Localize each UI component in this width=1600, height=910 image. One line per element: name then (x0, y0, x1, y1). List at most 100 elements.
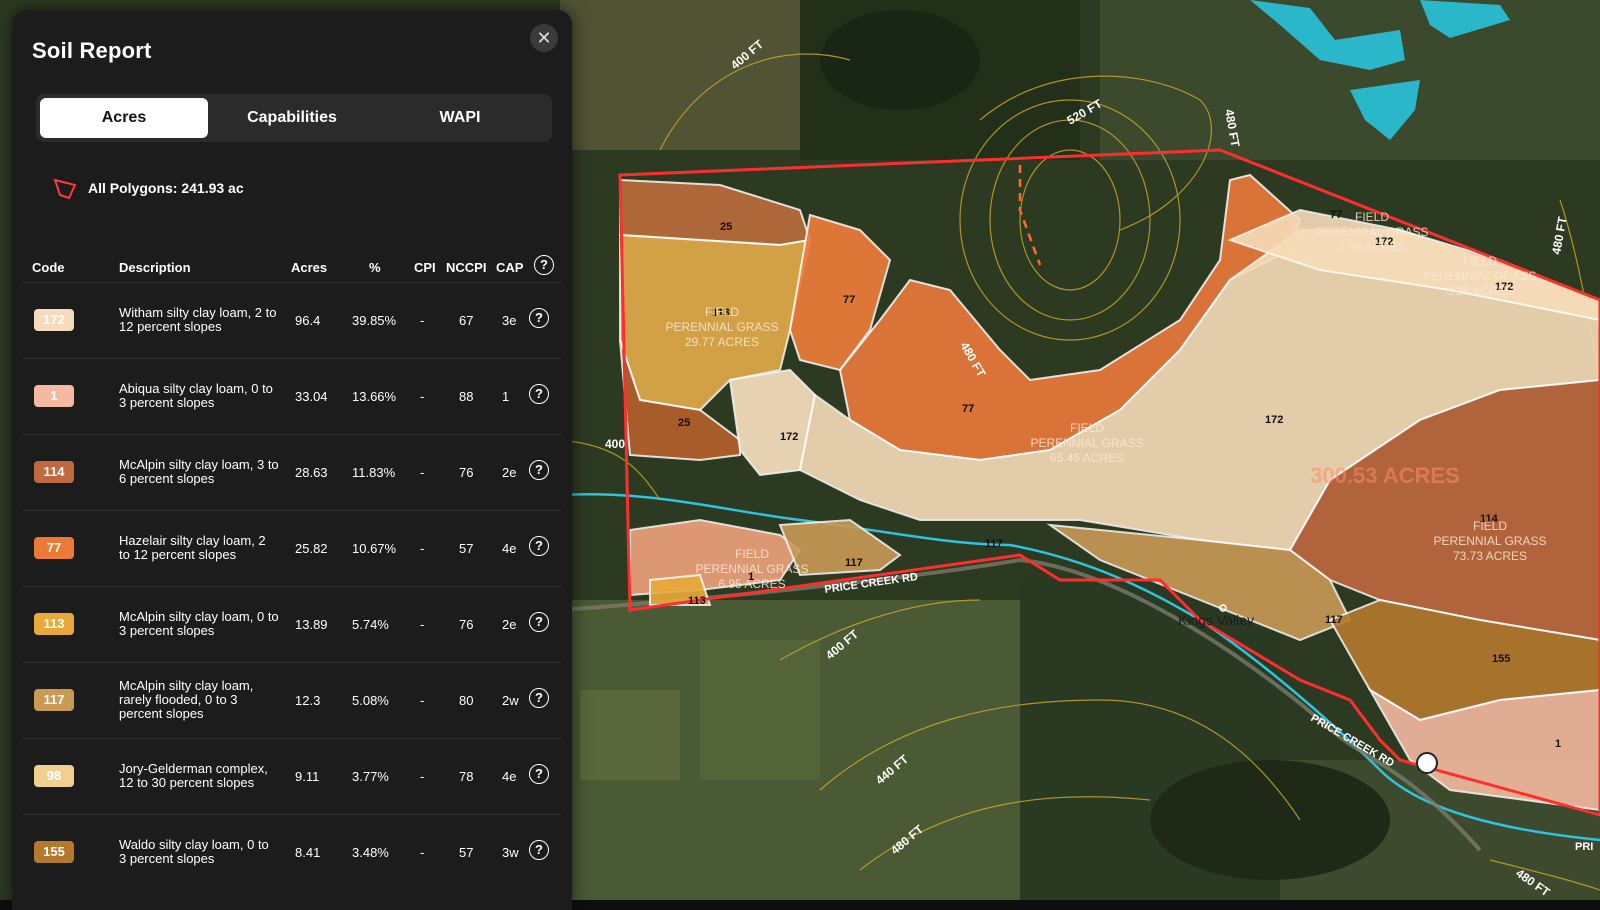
map-label: 155 (1492, 653, 1510, 665)
field-label-line: 3.25 ACRES (1446, 284, 1513, 298)
cpi-value: - (420, 693, 425, 708)
col-percent: % (369, 260, 381, 275)
cpi-value: - (420, 541, 425, 556)
close-button[interactable]: ✕ (530, 24, 558, 52)
help-icon[interactable]: ? (529, 612, 549, 632)
soil-code-badge: 114 (34, 461, 74, 483)
cap-value: 4e (502, 541, 517, 556)
table-row[interactable]: 77 Hazelair silty clay loam, 2 to 12 per… (22, 510, 562, 587)
help-icon[interactable]: ? (529, 384, 549, 404)
acres-value: 28.63 (295, 465, 328, 480)
tab-acres[interactable]: Acres (40, 98, 208, 138)
soil-code-badge: 172 (34, 309, 74, 331)
field-label-line: 29.77 ACRES (685, 335, 759, 349)
close-icon: ✕ (536, 28, 552, 48)
field-label-line: FIELD (1355, 210, 1389, 224)
cap-value: 1 (502, 389, 510, 404)
table-row[interactable]: 1 Abiqua silty clay loam, 0 to 3 percent… (22, 358, 562, 435)
tab-capabilities[interactable]: Capabilities (208, 98, 376, 138)
col-nccpi: NCCPI (446, 260, 487, 275)
soil-description: McAlpin silty clay loam, rarely flooded,… (119, 678, 254, 721)
all-polygons-summary[interactable]: All Polygons: 241.93 ac (52, 175, 244, 201)
place-label: Kings Valley (1178, 612, 1254, 628)
soil-description: Witham silty clay loam, 2 to 12 percent … (119, 305, 277, 334)
field-label-line: 73.73 ACRES (1453, 549, 1527, 563)
soil-description: Waldo silty clay loam, 0 to 3 percent sl… (119, 837, 269, 866)
soil-code-badge: 1 (34, 385, 74, 407)
cap-value: 4e (502, 769, 517, 784)
map-label: 117 (845, 557, 863, 569)
help-icon[interactable]: ? (529, 840, 549, 860)
table-row[interactable]: 114 McAlpin silty clay loam, 3 to 6 perc… (22, 434, 562, 511)
tab-bar: Acres Capabilities WAPI (36, 94, 552, 142)
percent-value: 5.08% (352, 693, 389, 708)
field-label-line: FIELD (1463, 254, 1497, 268)
nccpi-value: 57 (459, 541, 474, 556)
table-row[interactable]: 155 Waldo silty clay loam, 0 to 3 percen… (22, 814, 562, 891)
col-cap: CAP (496, 260, 524, 275)
percent-value: 3.48% (352, 845, 389, 860)
field-label-line: PERENNIAL GRASS (1424, 269, 1537, 283)
percent-value: 13.66% (352, 389, 397, 404)
map-label: 77 (962, 403, 974, 415)
map-label: 117 (1325, 614, 1343, 626)
field-label-line: FIELD (1070, 421, 1104, 435)
soil-report-panel: Soil Report ✕ Acres Capabilities WAPI Al… (12, 10, 572, 910)
table-row[interactable]: 172 Witham silty clay loam, 2 to 12 perc… (22, 282, 562, 359)
col-acres: Acres (291, 260, 328, 275)
cap-value: 3w (502, 845, 519, 860)
polygon-icon (53, 178, 77, 200)
map-label: 77 (1330, 209, 1342, 221)
help-icon[interactable]: ? (529, 536, 549, 556)
nccpi-value: 88 (459, 389, 474, 404)
cpi-value: - (420, 465, 425, 480)
help-icon[interactable]: ? (529, 308, 549, 328)
cpi-value: - (420, 845, 425, 860)
table-row[interactable]: 117 McAlpin silty clay loam, rarely floo… (22, 662, 562, 739)
percent-value: 3.77% (352, 769, 389, 784)
panel-title: Soil Report (32, 38, 152, 63)
soil-description: Abiqua silty clay loam, 0 to 3 percent s… (119, 381, 273, 410)
nccpi-value: 67 (459, 313, 474, 328)
map-label: 172 (1265, 414, 1283, 426)
acres-value: 12.3 (295, 693, 321, 708)
map-label: PRI (1575, 841, 1593, 853)
nccpi-value: 76 (459, 465, 474, 480)
percent-value: 5.74% (352, 617, 389, 632)
all-polygons-label: All Polygons: 241.93 ac (88, 180, 244, 196)
map-label: 400 (605, 437, 625, 451)
field-label-line: PERENNIAL GRASS (1316, 225, 1429, 239)
soil-description: McAlpin silty clay loam, 3 to 6 percent … (119, 457, 279, 486)
cap-value: 3e (502, 313, 517, 328)
field-label-line: PERENNIAL GRASS (696, 562, 809, 576)
field-label-line: FIELD (1473, 519, 1507, 533)
acres-value: 8.41 (295, 845, 321, 860)
nccpi-value: 57 (459, 845, 474, 860)
total-acres-label: 300.53 ACRES (1310, 463, 1460, 488)
map-marker (1416, 752, 1438, 774)
acres-value: 9.11 (295, 769, 320, 784)
soil-code-badge: 155 (34, 841, 74, 863)
percent-value: 10.67% (352, 541, 397, 556)
tab-wapi[interactable]: WAPI (376, 98, 544, 138)
help-icon[interactable]: ? (529, 688, 549, 708)
field-label-line: 1.96 ACRES (1338, 240, 1405, 254)
soil-code-badge: 113 (34, 613, 74, 635)
col-description: Description (119, 260, 191, 275)
nccpi-value: 80 (459, 693, 474, 708)
cpi-value: - (420, 313, 425, 328)
table-row[interactable]: 113 McAlpin silty clay loam, 0 to 3 perc… (22, 586, 562, 663)
help-icon[interactable]: ? (534, 255, 554, 275)
col-cpi: CPI (414, 260, 436, 275)
help-icon[interactable]: ? (529, 460, 549, 480)
acres-value: 13.89 (295, 617, 328, 632)
field-label-line: FIELD (735, 547, 769, 561)
col-code: Code (32, 260, 65, 275)
percent-value: 11.83% (352, 465, 396, 480)
table-row[interactable]: 98 Jory-Gelderman complex, 12 to 30 perc… (22, 738, 562, 815)
map-label: 1 (1555, 738, 1561, 750)
map-label: 25 (678, 417, 690, 429)
cpi-value: - (420, 389, 425, 404)
cpi-value: - (420, 617, 425, 632)
help-icon[interactable]: ? (529, 764, 549, 784)
